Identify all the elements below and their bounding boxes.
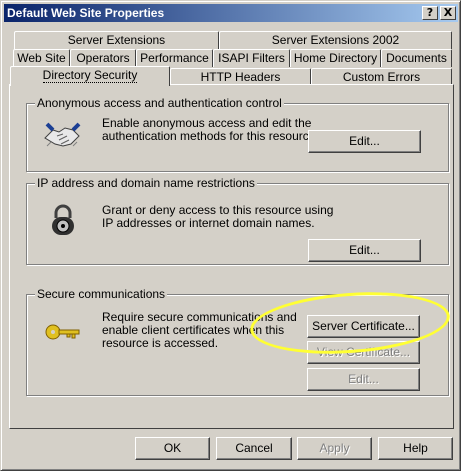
secure-communications-group: Secure communications Require secure com…: [26, 287, 449, 396]
tab-web-site[interactable]: Web Site: [13, 49, 70, 67]
tab-label: Directory Security: [42, 68, 138, 83]
view-certificate-button[interactable]: View Certificate...: [307, 341, 420, 364]
tab-label: Operators: [76, 51, 130, 65]
ok-button[interactable]: OK: [135, 437, 210, 460]
tab-server-extensions[interactable]: Server Extensions: [14, 31, 219, 49]
button-label: Edit...: [349, 243, 380, 257]
button-label: OK: [163, 441, 182, 455]
tab-directory-security[interactable]: Directory Security: [10, 66, 170, 86]
tab-performance[interactable]: Performance: [136, 49, 213, 67]
button-label: Edit...: [348, 372, 379, 386]
anonymous-edit-button[interactable]: Edit...: [308, 130, 421, 153]
tab-label: ISAPI Filters: [218, 51, 285, 65]
anonymous-description: Enable anonymous access and edit the aut…: [102, 116, 319, 143]
close-title-button[interactable]: X: [440, 6, 456, 20]
tab-label: Server Extensions 2002: [271, 33, 400, 47]
cancel-button[interactable]: Cancel: [216, 437, 292, 460]
ip-restrictions-group: IP address and domain name restrictions …: [26, 176, 449, 265]
tab-label: Server Extensions: [67, 33, 166, 47]
help-button[interactable]: Help: [378, 437, 453, 460]
button-label: Edit...: [349, 134, 380, 148]
ip-description: Grant or deny access to this resource us…: [102, 203, 334, 230]
group-label: Secure communications: [35, 287, 168, 301]
anonymous-access-group: Anonymous access and authentication cont…: [26, 96, 449, 172]
tab-server-extensions-2002[interactable]: Server Extensions 2002: [219, 31, 452, 49]
tab-operators[interactable]: Operators: [70, 49, 136, 67]
tab-label: Home Directory: [293, 51, 378, 65]
button-label: Server Certificate...: [312, 319, 415, 333]
button-label: View Certificate...: [316, 345, 411, 359]
title-bar[interactable]: Default Web Site Properties ? X: [4, 4, 458, 22]
tab-label: Custom Errors: [342, 70, 421, 84]
secure-description: Require secure communications and enable…: [102, 310, 297, 350]
tab-home-directory[interactable]: Home Directory: [290, 49, 381, 67]
padlock-icon: [52, 204, 74, 235]
handshake-icon: [44, 122, 81, 147]
tab-isapi-filters[interactable]: ISAPI Filters: [213, 49, 290, 67]
server-certificate-button[interactable]: Server Certificate...: [307, 315, 420, 338]
button-label: Help: [403, 441, 428, 455]
tab-label: Documents: [386, 51, 447, 65]
secure-edit-button[interactable]: Edit...: [307, 368, 420, 391]
help-title-button[interactable]: ?: [422, 6, 438, 20]
tab-label: Web Site: [17, 51, 66, 65]
button-label: Cancel: [235, 441, 273, 455]
group-label: IP address and domain name restrictions: [35, 176, 257, 190]
apply-button[interactable]: Apply: [297, 437, 372, 460]
ip-edit-button[interactable]: Edit...: [308, 239, 421, 262]
key-icon: [45, 324, 80, 340]
properties-dialog: Default Web Site Properties ? X Server E…: [0, 0, 461, 471]
button-label: Apply: [319, 441, 350, 455]
group-label: Anonymous access and authentication cont…: [35, 96, 284, 110]
tab-label: HTTP Headers: [200, 70, 281, 84]
tab-label: Performance: [140, 51, 209, 65]
window-title: Default Web Site Properties: [7, 6, 165, 20]
tab-documents[interactable]: Documents: [381, 49, 452, 67]
directory-security-panel: Anonymous access and authentication cont…: [9, 84, 454, 429]
